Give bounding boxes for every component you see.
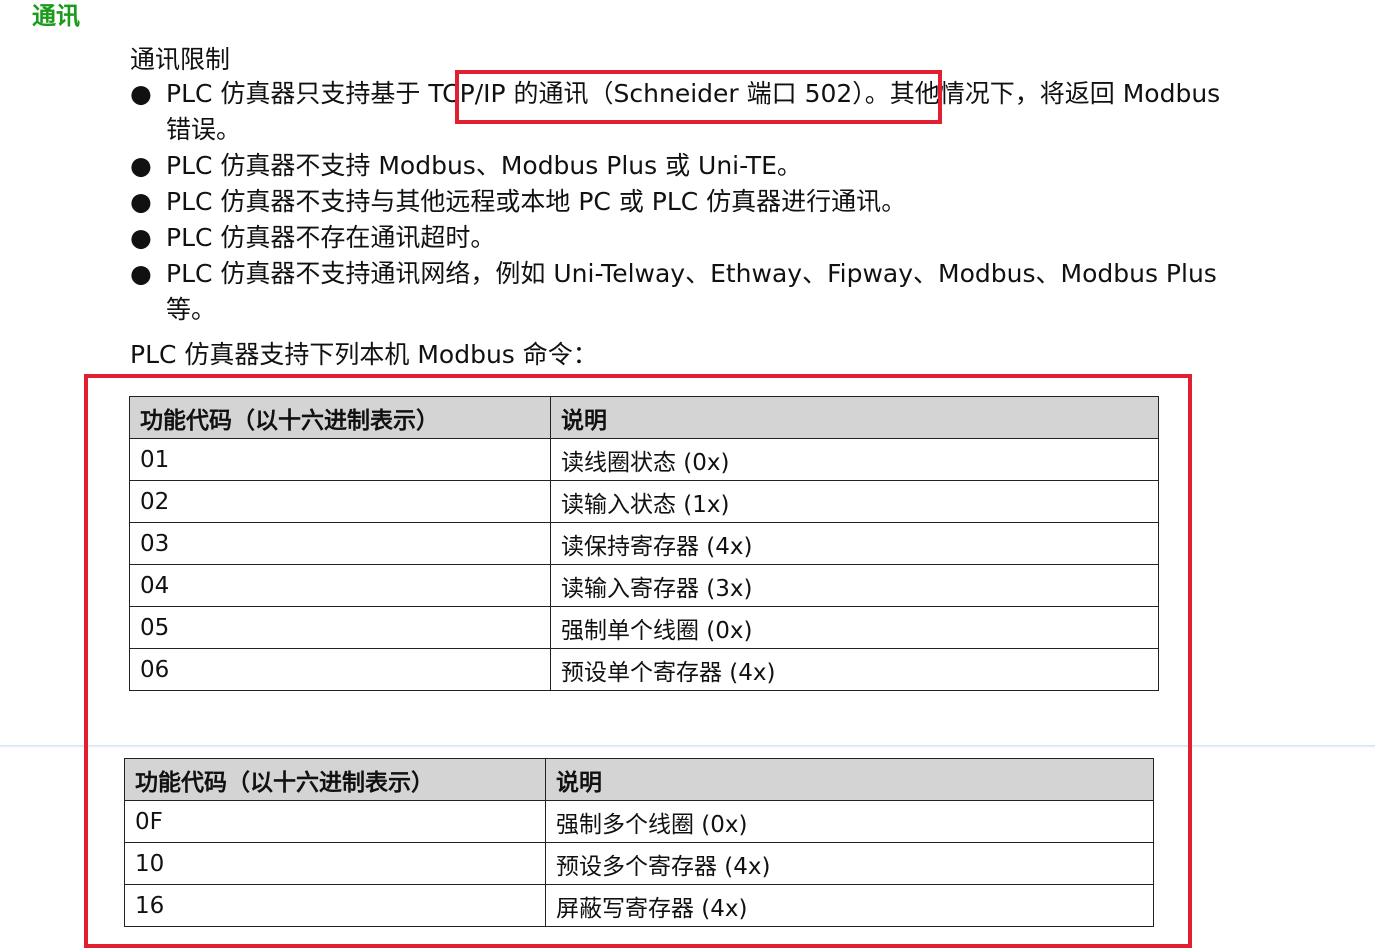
table-row: 10 预设多个寄存器 (4x) — [124, 842, 1154, 885]
list-item: ● PLC 仿真器不存在通讯超时。 — [130, 220, 1340, 256]
table-header-row: 功能代码（以十六进制表示） 说明 — [124, 758, 1154, 801]
description-cell: 读保持寄存器 (4x) — [550, 522, 1159, 565]
function-code-cell: 02 — [129, 480, 551, 523]
list-item-continuation: 等。 — [166, 295, 217, 324]
description-cell: 读输入寄存器 (3x) — [550, 564, 1159, 607]
bullet-icon: ● — [130, 79, 152, 108]
bullet-icon: ● — [130, 259, 152, 288]
bullet-icon: ● — [130, 187, 152, 216]
table-row: 04 读输入寄存器 (3x) — [129, 564, 1159, 607]
table-row: 16 屏蔽写寄存器 (4x) — [124, 884, 1154, 927]
table-row: 03 读保持寄存器 (4x) — [129, 522, 1159, 565]
table-row: 01 读线圈状态 (0x) — [129, 438, 1159, 481]
description-cell: 读线圈状态 (0x) — [550, 438, 1159, 481]
modbus-commands-table-1: 功能代码（以十六进制表示） 说明 01 读线圈状态 (0x) 02 读输入状态 … — [129, 396, 1159, 691]
limits-list: ● PLC 仿真器只支持基于 TCP/IP 的通讯（Schneider 端口 5… — [130, 76, 1340, 328]
list-item: ● PLC 仿真器不支持 Modbus、Modbus Plus 或 Uni-TE… — [130, 148, 1340, 184]
function-code-cell: 01 — [129, 438, 551, 481]
column-header-description: 说明 — [545, 758, 1154, 801]
modbus-commands-table-2: 功能代码（以十六进制表示） 说明 0F 强制多个线圈 (0x) 10 预设多个寄… — [124, 758, 1154, 927]
table-row: 06 预设单个寄存器 (4x) — [129, 648, 1159, 691]
function-code-cell: 04 — [129, 564, 551, 607]
table-header-row: 功能代码（以十六进制表示） 说明 — [129, 396, 1159, 439]
description-cell: 预设多个寄存器 (4x) — [545, 842, 1154, 885]
column-header-function-code: 功能代码（以十六进制表示） — [124, 758, 546, 801]
list-item-text: PLC 仿真器不支持 Modbus、Modbus Plus 或 Uni-TE。 — [166, 151, 802, 180]
column-header-description: 说明 — [550, 396, 1159, 439]
table-row: 02 读输入状态 (1x) — [129, 480, 1159, 523]
bullet-icon: ● — [130, 223, 152, 252]
list-item-text: PLC 仿真器不存在通讯超时。 — [166, 223, 496, 252]
description-cell: 读输入状态 (1x) — [550, 480, 1159, 523]
function-code-cell: 03 — [129, 522, 551, 565]
section-title: 通讯 — [32, 2, 80, 30]
list-item-text: PLC 仿真器不支持与其他远程或本地 PC 或 PLC 仿真器进行通讯。 — [166, 187, 907, 216]
table-row: 0F 强制多个线圈 (0x) — [124, 800, 1154, 843]
list-item-continuation: 错误。 — [166, 115, 242, 144]
list-item: ● PLC 仿真器不支持与其他远程或本地 PC 或 PLC 仿真器进行通讯。 — [130, 184, 1340, 220]
commands-intro: PLC 仿真器支持下列本机 Modbus 命令： — [130, 340, 598, 369]
function-code-cell: 10 — [124, 842, 546, 885]
list-item-text: PLC 仿真器只支持基于 TCP/IP 的通讯（Schneider 端口 502… — [166, 79, 1221, 108]
column-header-function-code: 功能代码（以十六进制表示） — [129, 396, 551, 439]
list-item: ● PLC 仿真器不支持通讯网络，例如 Uni-Telway、Ethway、Fi… — [130, 256, 1340, 328]
function-code-cell: 0F — [124, 800, 546, 843]
description-cell: 强制多个线圈 (0x) — [545, 800, 1154, 843]
list-item-text: PLC 仿真器不支持通讯网络，例如 Uni-Telway、Ethway、Fipw… — [166, 259, 1217, 288]
table-row: 05 强制单个线圈 (0x) — [129, 606, 1159, 649]
function-code-cell: 05 — [129, 606, 551, 649]
function-code-cell: 06 — [129, 648, 551, 691]
limits-heading: 通讯限制 — [130, 45, 231, 74]
function-code-cell: 16 — [124, 884, 546, 927]
description-cell: 屏蔽写寄存器 (4x) — [545, 884, 1154, 927]
page-divider — [0, 745, 1375, 748]
list-item: ● PLC 仿真器只支持基于 TCP/IP 的通讯（Schneider 端口 5… — [130, 76, 1340, 148]
description-cell: 预设单个寄存器 (4x) — [550, 648, 1159, 691]
bullet-icon: ● — [130, 151, 152, 180]
description-cell: 强制单个线圈 (0x) — [550, 606, 1159, 649]
